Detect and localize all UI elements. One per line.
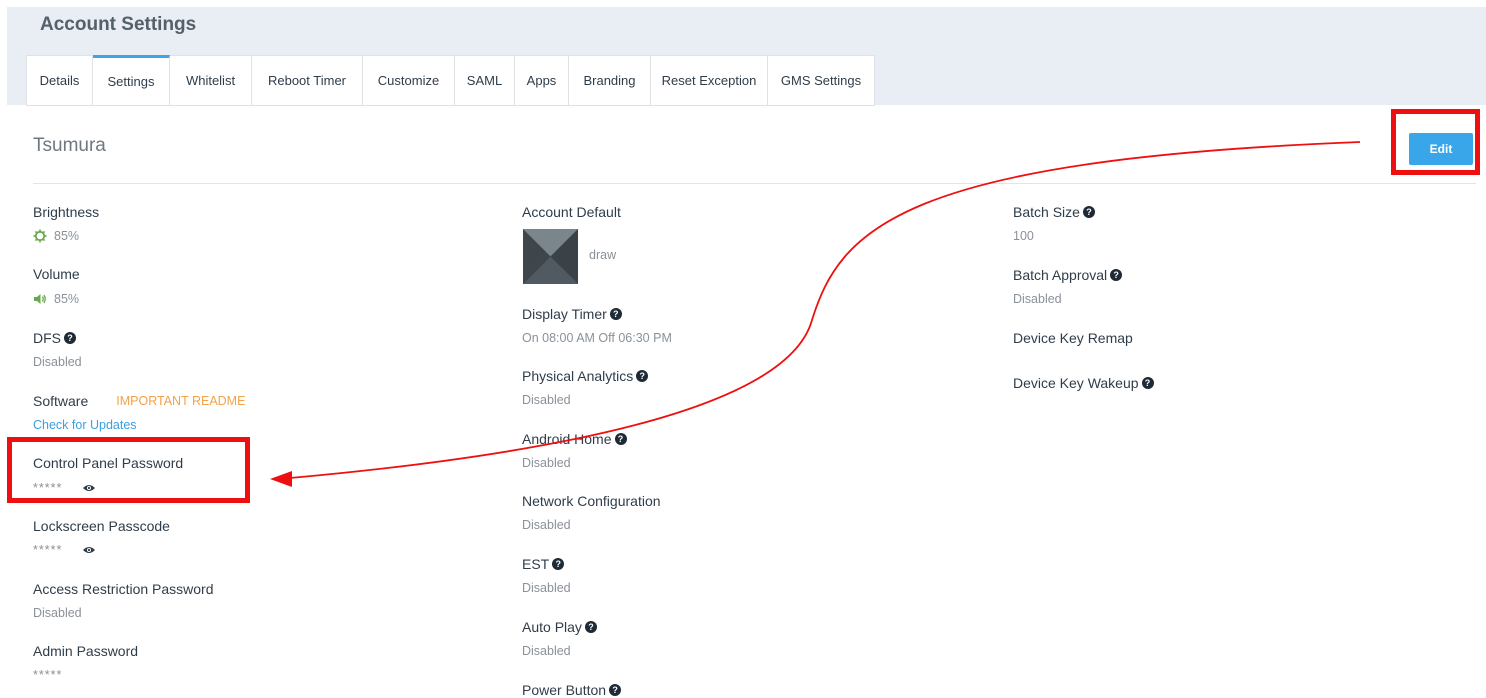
batch-size-value: 100 [1013,229,1034,243]
tab-details[interactable]: Details [26,55,93,106]
est-label-text: EST [522,556,550,572]
power-button-label: Power Button ? [522,682,622,698]
access-restriction-password-label: Access Restriction Password [33,581,214,597]
volume-icon [34,294,46,304]
arrowhead [270,471,292,487]
question-circle-icon[interactable]: ? [1082,206,1095,218]
admin-password-label: Admin Password [33,643,139,659]
question-circle-icon[interactable]: ? [609,684,622,696]
account-default-thumbnail [523,229,578,284]
dfs-value: Disabled [33,355,82,369]
question-circle-icon[interactable]: ? [552,558,565,570]
page-title: Account Settings [40,14,197,35]
batch-approval-label: Batch Approval ? [1013,267,1123,283]
thumbnail-image [523,229,578,284]
control-panel-password-mask: ***** [33,481,63,495]
volume-label: Volume [33,266,80,282]
account-default-label: Account Default [522,204,621,220]
batch-approval-label-text: Batch Approval [1013,267,1108,283]
tab-whitelist[interactable]: Whitelist [170,55,252,106]
software-label: Software IMPORTANT README [33,393,245,409]
software-label-text: Software [33,393,89,409]
batch-size-label: Batch Size ? [1013,204,1095,220]
tab-branding[interactable]: Branding [569,55,651,106]
display-timer-label-text: Display Timer [522,306,607,322]
eye-icon[interactable] [82,483,96,493]
power-button-label-text: Power Button [522,682,607,698]
question-circle-icon[interactable]: ? [1141,377,1154,389]
question-circle-icon[interactable]: ? [614,433,627,445]
brightness-percent: 85% [54,229,80,243]
admin-password-value: ***** [33,668,63,682]
lockscreen-passcode-label: Lockscreen Passcode [33,518,170,534]
network-configuration-label: Network Configuration [522,493,661,509]
physical-analytics-label: Physical Analytics ? [522,368,649,384]
volume-value: 85% [33,292,79,306]
tab-gms-settings[interactable]: GMS Settings [768,55,875,106]
access-restriction-password-value: Disabled [33,606,82,620]
question-circle-icon[interactable]: ? [1110,269,1123,281]
edit-button[interactable]: Edit [1409,133,1473,165]
batch-approval-value: Disabled [1013,292,1062,306]
volume-percent: 85% [54,292,80,306]
question-circle-icon[interactable]: ? [609,308,622,320]
network-configuration-value: Disabled [522,518,571,532]
tab-bar: Details Settings Whitelist Reboot Timer … [26,55,875,106]
display-timer-label: Display Timer ? [522,306,622,322]
control-panel-password-label: Control Panel Password [33,455,184,471]
account-default-value: draw [589,248,617,262]
tab-reboot-timer[interactable]: Reboot Timer [252,55,363,106]
question-circle-icon[interactable]: ? [636,370,649,382]
device-key-wakeup-label: Device Key Wakeup ? [1013,375,1154,391]
auto-play-value: Disabled [522,644,571,658]
est-value: Disabled [522,581,571,595]
display-timer-value: On 08:00 AM Off 06:30 PM [522,331,672,345]
account-name: Tsumura [33,135,106,156]
tab-apps[interactable]: Apps [515,55,569,106]
auto-play-label: Auto Play ? [522,619,597,635]
est-label: EST ? [522,556,565,572]
divider [33,183,1476,184]
brightness-label: Brightness [33,204,100,220]
tab-saml[interactable]: SAML [455,55,515,106]
tab-settings[interactable]: Settings [93,55,170,106]
brightness-value: 85% [33,229,79,243]
dfs-label-text: DFS [33,330,61,346]
batch-size-label-text: Batch Size [1013,204,1080,220]
android-home-label: Android Home ? [522,431,627,447]
lockscreen-passcode-mask: ***** [33,543,63,557]
tab-customize[interactable]: Customize [363,55,455,106]
important-readme-link[interactable]: IMPORTANT README [116,394,245,408]
physical-analytics-value: Disabled [522,393,571,407]
eye-icon[interactable] [82,545,96,555]
tab-reset-exception[interactable]: Reset Exception [651,55,768,106]
question-circle-icon[interactable]: ? [64,332,76,344]
sun-icon [33,229,47,243]
control-panel-password-value: ***** [33,481,96,495]
device-key-remap-label: Device Key Remap [1013,330,1133,346]
dfs-label: DFS ? [33,330,76,346]
physical-analytics-label-text: Physical Analytics [522,368,634,384]
question-circle-icon[interactable]: ? [584,621,597,633]
auto-play-label-text: Auto Play [522,619,582,635]
device-key-wakeup-label-text: Device Key Wakeup [1013,375,1139,391]
android-home-label-text: Android Home [522,431,612,447]
lockscreen-passcode-value: ***** [33,543,96,557]
check-for-updates-link[interactable]: Check for Updates [33,418,137,432]
android-home-value: Disabled [522,456,571,470]
